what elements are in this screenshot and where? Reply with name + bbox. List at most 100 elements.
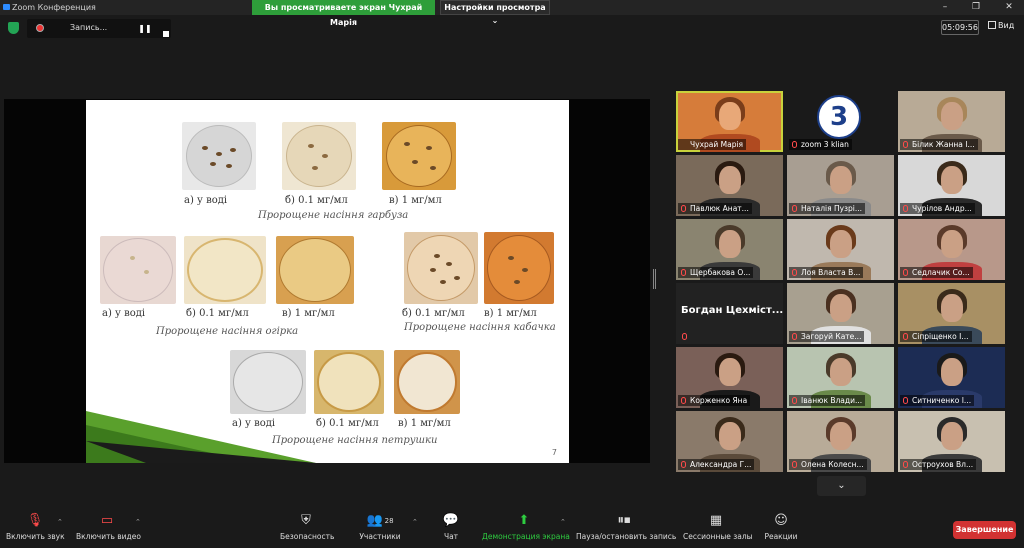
shield-icon: ⛨	[301, 513, 311, 528]
stop-recording-icon[interactable]	[159, 22, 173, 37]
meeting-toolbar: 🎙 Включить звук ⌃ ▭ Включить видео ⌃ ⛨ Б…	[0, 510, 1024, 548]
participant-tile[interactable]: Наталія Пузрі...	[787, 155, 894, 216]
reactions-label: Реакции	[764, 532, 798, 541]
share-screen-label: Демонстрация экрана	[482, 532, 570, 541]
breakout-rooms-button[interactable]: ▦ Сессионные залы	[683, 513, 753, 547]
participant-tile[interactable]: Загоруй Кате...	[787, 283, 894, 344]
window-title: Zoom Конференция	[12, 3, 96, 12]
reactions-button[interactable]: ☺ Реакции	[764, 513, 798, 547]
participant-name: Наталія Пузрі...	[789, 203, 866, 214]
video-off-icon: ▭	[100, 513, 114, 528]
mic-muted-icon	[903, 397, 908, 404]
participant-tile[interactable]: 3 zoom 3 klian	[787, 91, 894, 152]
presentation-slide: а) у воді б) 0.1 мг/мл в) 1 мг/мл Пророщ…	[86, 100, 569, 463]
splitter-handle[interactable]	[653, 269, 656, 289]
mic-off-icon: 🎙	[26, 513, 44, 528]
participant-tile[interactable]: Лоя Власта В...	[787, 219, 894, 280]
participant-tile[interactable]: Олена Колесн...	[787, 411, 894, 472]
minimize-icon[interactable]: –	[939, 2, 951, 13]
participants-count: 28	[384, 517, 394, 525]
petri-dish-image	[484, 232, 554, 304]
participant-name: Іванюк Влади...	[789, 395, 866, 406]
participants-options-caret[interactable]: ⌃	[412, 518, 418, 526]
participant-name: zoom 3 klian	[789, 139, 852, 150]
close-icon[interactable]: ✕	[1003, 2, 1015, 13]
mic-muted-icon	[681, 205, 686, 212]
share-screen-button[interactable]: ⬆ Демонстрация экрана	[482, 513, 570, 547]
encryption-shield-icon[interactable]	[8, 22, 19, 34]
gallery-collapse-button[interactable]: ⌄	[817, 476, 866, 496]
end-meeting-button[interactable]: Завершение	[953, 521, 1016, 539]
security-label: Безопасность	[280, 532, 335, 541]
school-logo-icon: 3	[817, 95, 861, 139]
participant-name: Лоя Власта В...	[789, 267, 864, 278]
participant-tile[interactable]: Чурілов Андр...	[898, 155, 1005, 216]
breakout-rooms-icon: ▦	[709, 513, 723, 528]
unmute-button[interactable]: 🎙 Включить звук	[6, 513, 65, 547]
view-options-button[interactable]: Настройки просмотра ⌄	[440, 0, 550, 25]
slide-decoration	[86, 411, 316, 463]
caption-low-dose: б) 0.1 мг/мл	[186, 308, 249, 319]
pause-stop-icon: ⏸⏹	[617, 513, 631, 528]
petri-dish-image	[100, 236, 176, 304]
participant-tile[interactable]: Білик Жанна І...	[898, 91, 1005, 152]
chat-button[interactable]: 💬 Чат	[440, 513, 462, 547]
participant-name: Білик Жанна І...	[900, 139, 978, 150]
pause-stop-recording-button[interactable]: ⏸⏹ Пауза/остановить запись	[576, 513, 676, 547]
participant-tile[interactable]: Щербакова О...	[676, 219, 783, 280]
participant-tile[interactable]: Седлачик Со...	[898, 219, 1005, 280]
row-title: Пророщене насіння гарбуза	[258, 210, 409, 221]
participant-tile[interactable]: Іванюк Влади...	[787, 347, 894, 408]
caption-high-dose: в) 1 мг/мл	[282, 308, 335, 319]
mic-muted-icon	[792, 205, 797, 212]
row-title: Пророщене насіння огірка	[156, 326, 299, 337]
chat-label: Чат	[443, 532, 459, 541]
mic-muted-icon	[792, 397, 797, 404]
mic-muted-icon	[681, 461, 686, 468]
participant-tile[interactable]: Александра Г...	[676, 411, 783, 472]
breakout-rooms-label: Сессионные залы	[683, 532, 753, 541]
mic-muted-icon	[792, 269, 797, 276]
participant-name: Олена Колесн...	[789, 459, 867, 470]
caption-high-dose: в) 1 мг/мл	[389, 195, 442, 206]
petri-dish-image	[382, 122, 456, 190]
mic-muted-icon	[681, 397, 686, 404]
participant-name: Сіпріщенко І...	[900, 331, 972, 342]
view-button[interactable]: Вид	[988, 21, 1014, 30]
share-options-caret[interactable]: ⌃	[560, 518, 566, 526]
caption-low-dose: б) 0.1 мг/мл	[402, 308, 465, 319]
security-button[interactable]: ⛨ Безопасность	[280, 513, 335, 547]
participant-tile[interactable]: Чухрай Марія	[676, 91, 783, 152]
petri-dish-image	[404, 232, 478, 304]
audio-options-caret[interactable]: ⌃	[57, 518, 63, 526]
recording-indicator: Запись... ❚❚	[27, 19, 171, 38]
pause-recording-label: Пауза/остановить запись	[576, 532, 677, 541]
participant-tile[interactable]: Ситниченко І...	[898, 347, 1005, 408]
mic-muted-icon	[681, 269, 686, 276]
participant-name: Павлюк Анат...	[678, 203, 752, 214]
record-dot-icon	[36, 24, 44, 32]
maximize-icon[interactable]: ❐	[970, 2, 982, 13]
participant-tile[interactable]: Богдан Цехміст...	[676, 283, 783, 344]
participant-name: Седлачик Со...	[900, 267, 973, 278]
caption-high-dose: в) 1 мг/мл	[484, 308, 537, 319]
participant-tile[interactable]: Остроухов Вл...	[898, 411, 1005, 472]
recording-label: Запись...	[70, 23, 108, 32]
meeting-timer: 05:09:56	[941, 20, 979, 35]
mic-muted-icon	[792, 333, 797, 340]
shared-screen[interactable]: а) у воді б) 0.1 мг/мл в) 1 мг/мл Пророщ…	[4, 99, 650, 463]
unmute-label: Включить звук	[6, 532, 65, 541]
participant-tile[interactable]: Павлюк Анат...	[676, 155, 783, 216]
mic-muted-icon	[903, 269, 908, 276]
participant-display-name: Богдан Цехміст...	[681, 305, 783, 316]
start-video-button[interactable]: ▭ Включить видео	[76, 513, 141, 547]
video-options-caret[interactable]: ⌃	[135, 518, 141, 526]
participant-tile[interactable]: Корженко Яна	[676, 347, 783, 408]
caption-water: а) у воді	[184, 195, 228, 206]
mic-muted-icon	[681, 141, 686, 148]
mic-muted-icon	[792, 141, 797, 148]
participant-tile[interactable]: Сіпріщенко І...	[898, 283, 1005, 344]
pause-recording-icon[interactable]: ❚❚	[138, 22, 152, 35]
participants-button[interactable]: 👥 28 Участники	[359, 513, 401, 547]
participant-name: Корженко Яна	[678, 395, 751, 406]
